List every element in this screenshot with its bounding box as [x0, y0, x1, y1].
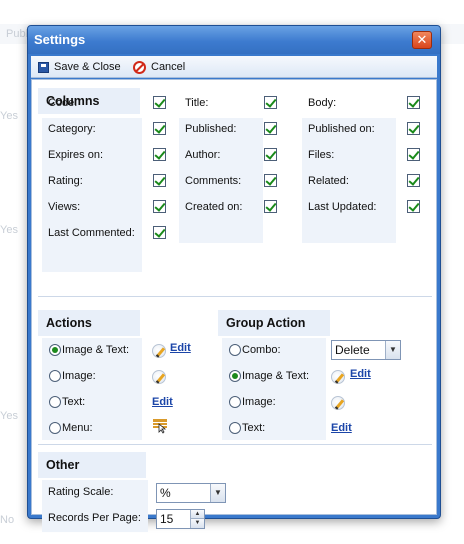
column-option-checkbox[interactable] [407, 200, 420, 213]
actions-image-text-radio[interactable] [49, 344, 61, 356]
group-image-label: Image: [242, 396, 276, 408]
records-per-page-label: Records Per Page: [48, 512, 141, 524]
column-option-label: Last Updated: [308, 201, 377, 213]
column-option-checkbox[interactable] [264, 96, 277, 109]
background-cell: No [0, 514, 15, 526]
column-option-checkbox[interactable] [264, 122, 277, 135]
actions-image-radio[interactable] [49, 370, 61, 382]
column-option-label: Title: [185, 97, 209, 109]
actions-menu-radio[interactable] [49, 422, 61, 434]
records-per-page-stepper[interactable]: 15 ▲ ▼ [156, 509, 205, 529]
background-cell: Yes [0, 224, 18, 236]
save-icon [38, 61, 49, 73]
pencil-icon[interactable] [331, 396, 345, 410]
title-bar[interactable]: Settings ✕ [28, 26, 440, 54]
pencil-icon[interactable] [152, 370, 166, 384]
group-combo-radio[interactable] [229, 344, 241, 356]
actions-text-edit-link[interactable]: Edit [152, 396, 173, 408]
column-option-label: Files: [308, 149, 335, 161]
group-combo-select[interactable]: Delete ▼ [331, 340, 401, 360]
column-option-checkbox[interactable] [407, 174, 420, 187]
group-combo-value: Delete [335, 343, 370, 357]
background-cell: Yes [0, 410, 18, 422]
column-option-checkbox[interactable] [407, 148, 420, 161]
column-option-checkbox[interactable] [264, 174, 277, 187]
close-icon: ✕ [416, 32, 428, 47]
column-option-checkbox[interactable] [407, 122, 420, 135]
group-image-radio[interactable] [229, 396, 241, 408]
group-image-text-edit-link[interactable]: Edit [350, 368, 371, 380]
chevron-down-icon[interactable]: ▼ [385, 341, 400, 359]
actions-image-text-label: Image & Text: [62, 344, 130, 356]
cancel-icon [133, 60, 146, 74]
column-option-label: Related: [308, 175, 349, 187]
column-option-label: Author: [185, 149, 221, 161]
cancel-label: Cancel [151, 61, 186, 73]
divider [38, 444, 432, 445]
rating-scale-label: Rating Scale: [48, 486, 114, 498]
rating-scale-select[interactable]: % ▼ [156, 483, 226, 503]
column-option-checkbox[interactable] [153, 148, 166, 161]
column-option-checkbox[interactable] [407, 96, 420, 109]
column-option-checkbox[interactable] [153, 122, 166, 135]
cancel-button[interactable]: Cancel [133, 59, 185, 75]
background-cell: Yes [0, 110, 18, 122]
save-close-label: Save & Close [54, 61, 121, 73]
column-option-label: Category: [48, 123, 96, 135]
actions-image-text-edit-link[interactable]: Edit [170, 342, 191, 354]
background-header-text: Publ [6, 28, 29, 40]
toolbar: Save & Close Cancel [31, 56, 437, 78]
rating-scale-value: % [160, 486, 171, 500]
column-option-label: Code: [48, 97, 78, 109]
pencil-icon[interactable] [331, 370, 345, 384]
group-action-heading: Group Action [218, 310, 330, 336]
group-image-text-radio[interactable] [229, 370, 241, 382]
column-option-label: Body: [308, 97, 337, 109]
column-option-label: Comments: [185, 175, 242, 187]
actions-heading: Actions [38, 310, 140, 336]
column-option-label: Rating: [48, 175, 83, 187]
column-option-label: Published: [185, 123, 237, 135]
menu-icon[interactable] [152, 418, 168, 434]
group-image-text-label: Image & Text: [242, 370, 310, 382]
column-option-checkbox[interactable] [153, 226, 166, 239]
settings-body: Columns Code: Title: Body: Category: Publish… [31, 79, 437, 532]
column-option-label: Last Commented: [48, 227, 135, 239]
column-option-checkbox[interactable] [153, 96, 166, 109]
close-button[interactable]: ✕ [412, 31, 432, 49]
actions-text-label: Text: [62, 396, 86, 408]
column-option-checkbox[interactable] [264, 200, 277, 213]
column-option-label: Views: [48, 201, 81, 213]
chevron-up-icon[interactable]: ▲ [191, 510, 204, 519]
dialog-title: Settings [34, 32, 86, 47]
divider [38, 296, 432, 297]
records-per-page-value: 15 [160, 512, 174, 526]
column-labels-bg [42, 248, 142, 272]
group-text-radio[interactable] [229, 422, 241, 434]
group-text-label: Text: [242, 422, 266, 434]
group-text-edit-link[interactable]: Edit [331, 422, 352, 434]
save-close-button[interactable]: Save & Close [38, 59, 121, 75]
column-option-label: Created on: [185, 201, 243, 213]
column-option-checkbox[interactable] [153, 174, 166, 187]
settings-dialog: Settings ✕ Save & Close Cancel Columns C… [27, 25, 441, 532]
group-combo-label: Combo: [242, 344, 281, 356]
column-option-label: Expires on: [48, 149, 104, 161]
column-option-checkbox[interactable] [153, 200, 166, 213]
stepper-arrows[interactable]: ▲ ▼ [190, 510, 204, 528]
actions-menu-label: Menu: [62, 422, 93, 434]
chevron-down-icon[interactable]: ▼ [210, 484, 225, 502]
column-option-checkbox[interactable] [264, 148, 277, 161]
actions-text-radio[interactable] [49, 396, 61, 408]
actions-image-label: Image: [62, 370, 96, 382]
pencil-icon[interactable] [152, 344, 166, 358]
column-option-label: Published on: [308, 123, 375, 135]
chevron-down-icon[interactable]: ▼ [191, 519, 204, 528]
other-heading: Other [38, 452, 146, 478]
